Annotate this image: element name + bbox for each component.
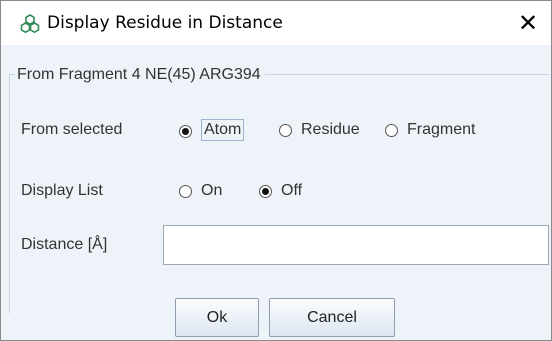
radio-atom[interactable]: Atom: [179, 119, 245, 141]
radio-fragment[interactable]: Fragment: [385, 121, 475, 139]
radio-on-indicator: [179, 184, 192, 198]
close-icon: ✕: [517, 9, 539, 37]
radio-on[interactable]: On: [179, 182, 222, 200]
radio-fragment-indicator: [385, 123, 398, 137]
window-title: Display Residue in Distance: [47, 13, 283, 33]
cancel-button[interactable]: Cancel: [269, 298, 395, 337]
dialog-window: Display Residue in Distance ✕ From Fragm…: [0, 0, 552, 341]
molecule-icon: [20, 14, 40, 34]
group-title: From Fragment 4 NE(45) ARG394: [15, 66, 265, 84]
radio-fragment-label: Fragment: [407, 121, 476, 138]
ok-button[interactable]: Ok: [175, 298, 259, 337]
from-selected-label: From selected: [21, 121, 123, 138]
close-button[interactable]: ✕: [505, 1, 551, 45]
radio-off[interactable]: Off: [259, 182, 302, 200]
radio-off-indicator: [259, 184, 272, 198]
display-list-label: Display List: [21, 182, 103, 199]
radio-residue-label: Residue: [301, 121, 360, 138]
radio-on-label: On: [201, 182, 223, 199]
dialog-content: From Fragment 4 NE(45) ARG394 From selec…: [1, 45, 551, 340]
distance-input[interactable]: [163, 225, 549, 265]
title-bar[interactable]: Display Residue in Distance ✕: [1, 1, 551, 45]
radio-atom-indicator: [179, 124, 192, 138]
radio-atom-label: Atom: [201, 119, 245, 141]
radio-off-label: Off: [281, 182, 303, 199]
radio-residue[interactable]: Residue: [279, 121, 360, 139]
distance-label: Distance [Å]: [21, 236, 108, 253]
radio-residue-indicator: [279, 123, 292, 137]
